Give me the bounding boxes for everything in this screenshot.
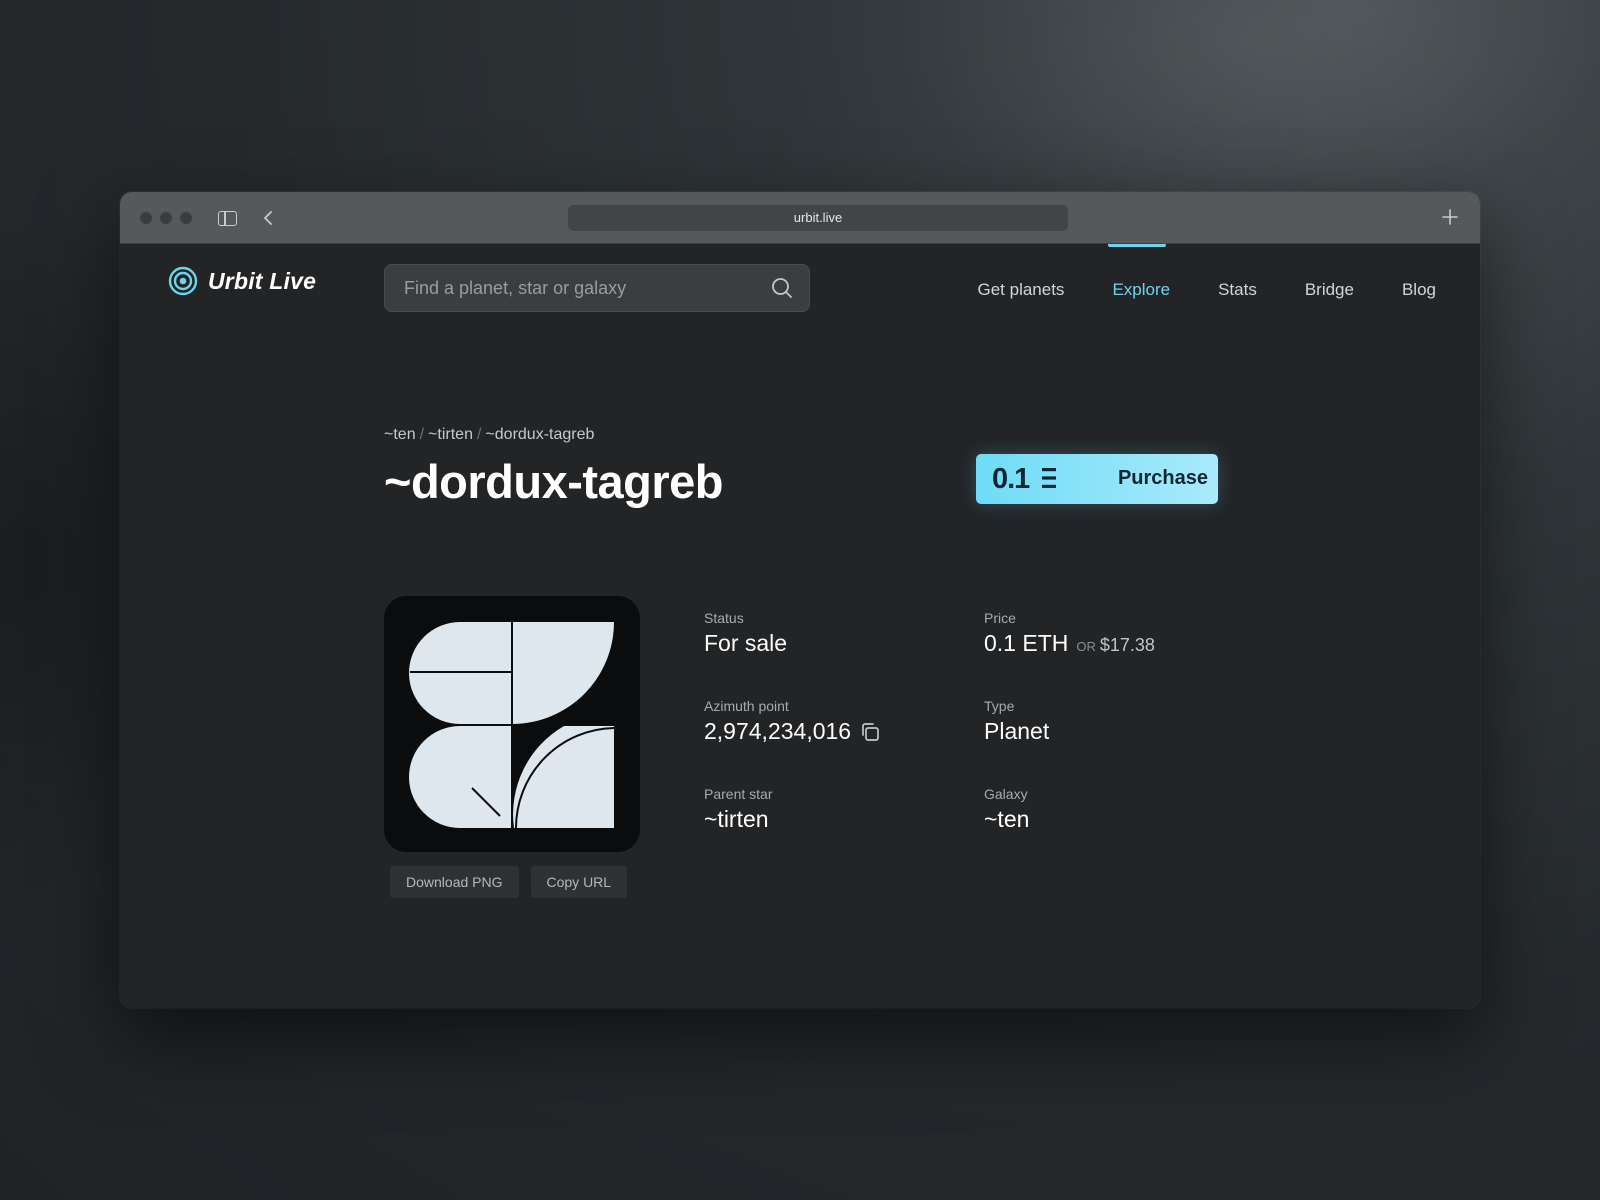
- nav-stats[interactable]: Stats: [1218, 280, 1257, 300]
- urbit-live-logo-icon: [168, 266, 198, 296]
- price-label: Price: [984, 610, 1016, 626]
- minimize-window-button[interactable]: [160, 212, 172, 224]
- back-arrow-icon[interactable]: [258, 208, 278, 228]
- sigil-actions: Download PNG Copy URL: [390, 866, 628, 898]
- close-window-button[interactable]: [140, 212, 152, 224]
- type-field: Type Planet: [984, 698, 1049, 745]
- azimuth-field: Azimuth point 2,974,234,016: [704, 698, 881, 745]
- site-logo[interactable]: Urbit Live: [168, 266, 316, 296]
- status-label: Status: [704, 610, 744, 626]
- sidebar-toggle-icon[interactable]: [218, 211, 237, 226]
- azimuth-value: 2,974,234,016: [704, 718, 881, 745]
- breadcrumb-star[interactable]: ~tirten: [428, 426, 473, 443]
- maximize-window-button[interactable]: [180, 212, 192, 224]
- nav-explore[interactable]: Explore: [1112, 280, 1170, 300]
- price-value: 0.1 ETH or $17.38: [984, 630, 1155, 657]
- nav-blog[interactable]: Blog: [1402, 280, 1436, 300]
- purchase-price: 0.1: [992, 463, 1030, 495]
- parent-star-label: Parent star: [704, 786, 773, 802]
- search-box[interactable]: [384, 264, 810, 312]
- search-icon[interactable]: [771, 277, 793, 299]
- price-field: Price 0.1 ETH or $17.38: [984, 610, 1155, 657]
- status-value: For sale: [704, 630, 788, 656]
- parent-star-field: Parent star ~tirten: [704, 786, 772, 833]
- nav-bridge[interactable]: Bridge: [1305, 280, 1354, 300]
- galaxy-value[interactable]: ~ten: [984, 806, 1029, 833]
- galaxy-field: Galaxy ~ten: [984, 786, 1029, 833]
- site-name: Urbit Live: [208, 267, 317, 294]
- breadcrumb: ~ten / ~tirten / ~dordux-tagreb: [384, 426, 1224, 444]
- copy-url-button[interactable]: Copy URL: [530, 866, 628, 898]
- type-label: Type: [984, 698, 1015, 714]
- browser-window: urbit.live Urbit Live Get planets Explor…: [120, 192, 1480, 1008]
- copy-icon[interactable]: [859, 721, 881, 743]
- sigil-image: [409, 622, 615, 829]
- address-bar[interactable]: urbit.live: [568, 205, 1068, 231]
- planet-sigil: [384, 596, 640, 852]
- price-usd: $17.38: [1099, 635, 1155, 655]
- main-nav: Get planets Explore Stats Bridge Blog: [977, 244, 1436, 336]
- ethereum-icon: [1042, 468, 1056, 488]
- galaxy-label: Galaxy: [984, 786, 1028, 802]
- price-eth: 0.1 ETH: [984, 630, 1069, 656]
- download-png-button[interactable]: Download PNG: [390, 866, 519, 898]
- site-header: Urbit Live Get planets Explore Stats Bri…: [120, 244, 1480, 336]
- status-field: Status For sale: [704, 610, 787, 657]
- browser-titlebar: urbit.live: [120, 192, 1480, 244]
- purchase-label: Purchase: [1117, 467, 1208, 489]
- breadcrumb-galaxy[interactable]: ~ten: [384, 426, 416, 443]
- breadcrumb-separator: /: [419, 426, 425, 443]
- breadcrumb-separator: /: [476, 426, 482, 443]
- page-title: ~dordux-tagreb: [384, 455, 724, 508]
- breadcrumb-planet: ~dordux-tagreb: [485, 426, 595, 443]
- price-or: or: [1076, 639, 1096, 654]
- search-input[interactable]: [385, 265, 745, 311]
- azimuth-label: Azimuth point: [704, 698, 789, 714]
- new-tab-icon[interactable]: [1442, 204, 1458, 231]
- purchase-button[interactable]: 0.1 Purchase: [976, 454, 1218, 504]
- window-controls: [140, 212, 192, 224]
- type-value: Planet: [984, 718, 1050, 744]
- nav-get-planets[interactable]: Get planets: [977, 280, 1064, 300]
- planet-header: ~ten / ~tirten / ~dordux-tagreb ~dordux-tagr…: [384, 426, 1224, 508]
- parent-star-value[interactable]: ~tirten: [704, 806, 772, 833]
